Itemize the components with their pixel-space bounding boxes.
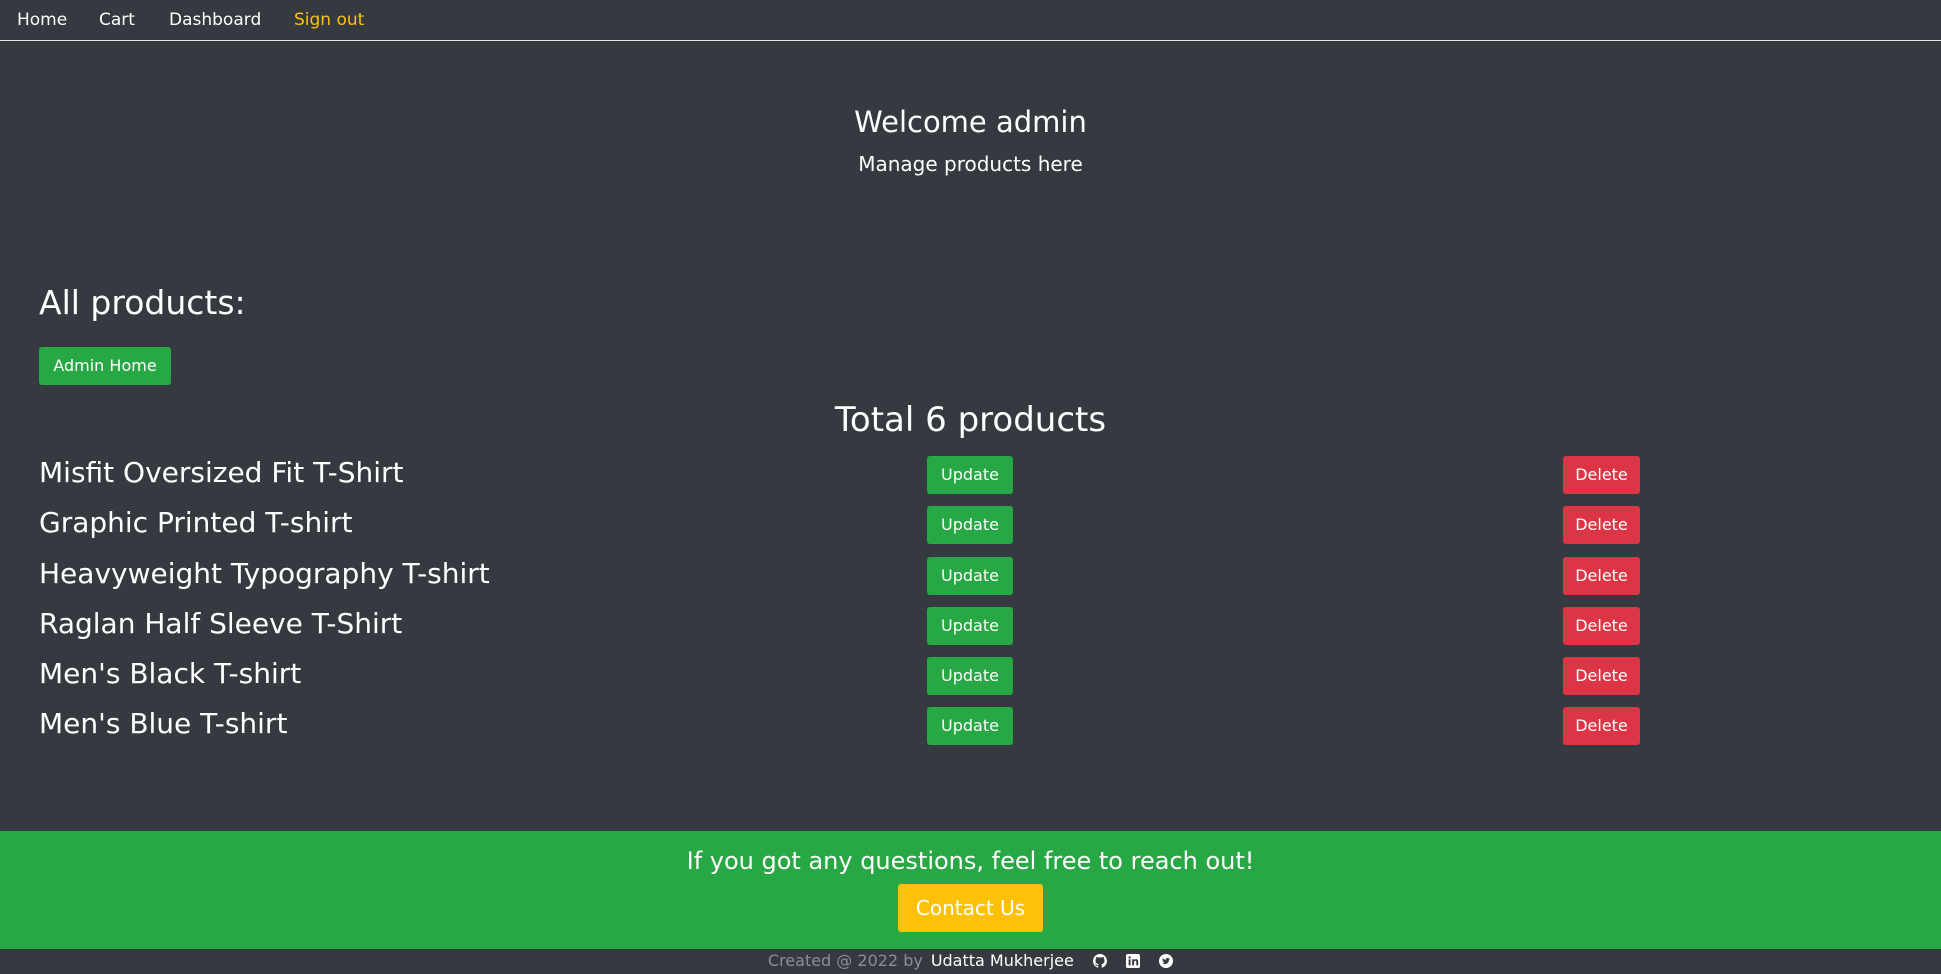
credits-bar: Created @ 2022 by Udatta Mukherjee [0,949,1941,974]
author-link[interactable]: Udatta Mukherjee [931,951,1074,970]
delete-button[interactable]: Delete [1563,557,1640,595]
twitter-icon[interactable] [1159,954,1174,968]
navbar: Home Cart Dashboard Sign out [0,0,1941,41]
update-button[interactable]: Update [927,557,1013,595]
product-name: Heavyweight Typography T-shirt [39,557,490,590]
delete-button[interactable]: Delete [1563,707,1640,745]
delete-button[interactable]: Delete [1563,456,1640,494]
product-name: Men's Black T-shirt [39,657,302,690]
update-button[interactable]: Update [927,657,1013,695]
all-products-heading: All products: [39,283,246,322]
total-products-heading: Total 6 products [834,400,1107,440]
nav-home-link[interactable]: Home [17,10,67,30]
delete-button[interactable]: Delete [1563,607,1640,645]
product-row: Graphic Printed T-shirt Update Delete [0,501,1941,547]
update-button[interactable]: Update [927,506,1013,544]
update-button[interactable]: Update [927,456,1013,494]
product-row: Men's Black T-shirt Update Delete [0,652,1941,698]
delete-button[interactable]: Delete [1563,657,1640,695]
nav-dashboard-link[interactable]: Dashboard [169,10,261,30]
product-name: Misfit Oversized Fit T-Shirt [39,456,404,489]
product-name: Raglan Half Sleeve T-Shirt [39,607,403,640]
contact-prompt: If you got any questions, feel free to r… [686,847,1255,875]
admin-home-button[interactable]: Admin Home [39,347,171,385]
contact-banner: If you got any questions, feel free to r… [0,831,1941,949]
contact-us-button[interactable]: Contact Us [898,884,1043,932]
update-button[interactable]: Update [927,607,1013,645]
product-row: Raglan Half Sleeve T-Shirt Update Delete [0,602,1941,648]
product-row: Misfit Oversized Fit T-Shirt Update Dele… [0,451,1941,497]
nav-signout-link[interactable]: Sign out [294,10,364,30]
product-name: Men's Blue T-shirt [39,707,288,740]
welcome-subtitle: Manage products here [858,152,1083,176]
product-row: Heavyweight Typography T-shirt Update De… [0,552,1941,598]
welcome-heading: Welcome admin [854,105,1087,139]
delete-button[interactable]: Delete [1563,506,1640,544]
page: Home Cart Dashboard Sign out Welcome adm… [0,0,1941,974]
update-button[interactable]: Update [927,707,1013,745]
product-row: Men's Blue T-shirt Update Delete [0,702,1941,748]
github-icon[interactable] [1092,954,1107,968]
product-name: Graphic Printed T-shirt [39,506,353,539]
linkedin-icon[interactable] [1126,954,1141,968]
nav-cart-link[interactable]: Cart [99,10,135,30]
created-text: Created @ 2022 by [767,951,923,970]
